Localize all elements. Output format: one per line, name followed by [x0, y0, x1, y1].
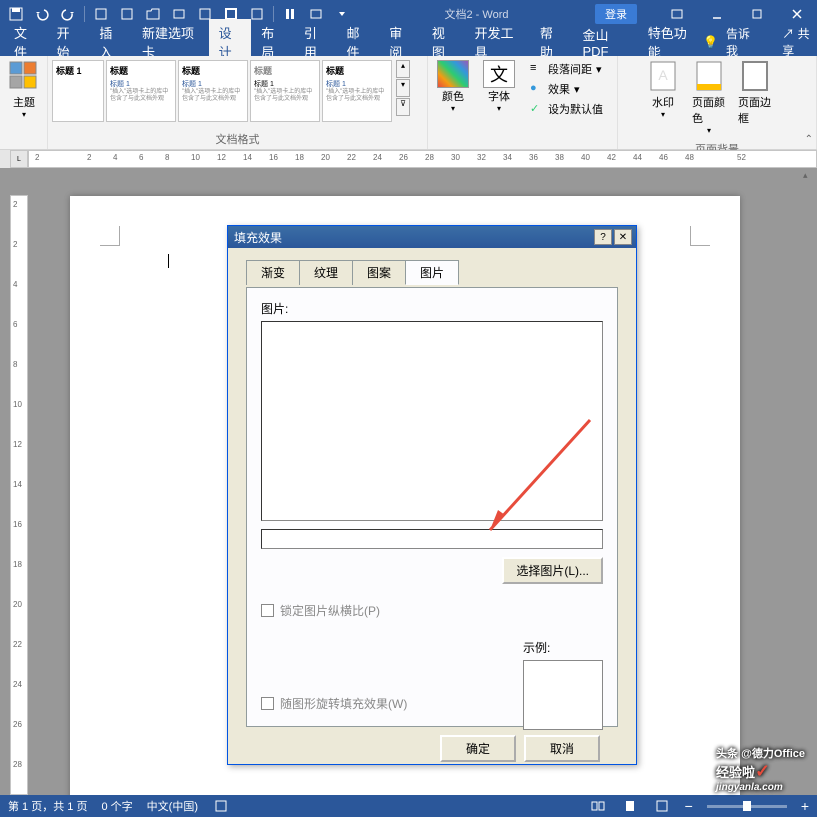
margin-marker-tr	[690, 226, 710, 246]
margin-marker-tl	[100, 226, 120, 246]
fonts-icon: 文	[483, 60, 515, 88]
effects-button[interactable]: ●效果 ▾	[528, 80, 605, 98]
tab-gradient[interactable]: 渐变	[246, 260, 300, 285]
print-layout-icon[interactable]	[621, 797, 639, 815]
dialog-help-icon[interactable]: ?	[594, 229, 612, 245]
paragraph-spacing-button[interactable]: ≡段落间距 ▾	[528, 60, 605, 78]
picture-path-field	[261, 529, 603, 549]
checkbox-icon	[261, 604, 274, 617]
dialog-title: 填充效果	[232, 229, 592, 246]
page-color-button[interactable]: 页面颜色 ▾	[688, 58, 730, 137]
horizontal-ruler[interactable]: 2246810121416182022242628303234363840424…	[28, 150, 817, 168]
fonts-button[interactable]: 文 字体 ▾	[478, 58, 520, 115]
share-button[interactable]: ↗ 共享	[782, 25, 813, 59]
colors-icon	[437, 60, 469, 88]
ribbon: 主题 ▾ 标题 1 标题标题 1"插入"选项卡上的库中包含了与此文档外观 标题标…	[0, 56, 817, 150]
style-thumb-4[interactable]: 标题标题 1"插入"选项卡上的库中包含了与此文档外观	[322, 60, 392, 122]
set-default-button[interactable]: ✓设为默认值	[528, 100, 605, 118]
gallery-more-icon[interactable]: ⊽	[396, 98, 410, 116]
watermark-button[interactable]: A 水印 ▾	[642, 58, 684, 121]
style-thumb-3[interactable]: 标题标题 1"插入"选项卡上的库中包含了与此文档外观	[250, 60, 320, 122]
page-color-icon	[693, 60, 725, 92]
ok-button[interactable]: 确定	[440, 735, 516, 762]
svg-text:A: A	[658, 67, 668, 83]
cancel-button[interactable]: 取消	[524, 735, 600, 762]
page-border-icon	[739, 60, 771, 92]
dialog-close-icon[interactable]: ✕	[614, 229, 632, 245]
style-thumb-1[interactable]: 标题标题 1"插入"选项卡上的库中包含了与此文档外观	[106, 60, 176, 122]
tab-pattern[interactable]: 图案	[352, 260, 406, 285]
menubar: 文件 开始 插入 新建选项卡 设计 布局 引用 邮件 审阅 视图 开发工具 帮助…	[0, 28, 817, 56]
style-thumb-2[interactable]: 标题标题 1"插入"选项卡上的库中包含了与此文档外观	[178, 60, 248, 122]
picture-label: 图片:	[261, 300, 603, 317]
zoom-out-button[interactable]: −	[685, 798, 693, 814]
rotate-fill-checkbox[interactable]: 随图形旋转填充效果(W)	[261, 695, 407, 712]
themes-button[interactable]: 主题 ▾	[4, 58, 44, 121]
lightbulb-icon: 💡	[703, 35, 718, 49]
effects-icon: ●	[530, 82, 544, 96]
check-icon: ✓	[530, 102, 544, 116]
lock-ratio-checkbox[interactable]: 锁定图片纵横比(P)	[261, 602, 603, 619]
scroll-up-icon[interactable]: ▴	[803, 170, 815, 181]
dialog-titlebar[interactable]: 填充效果 ? ✕	[228, 226, 636, 248]
style-thumb-0[interactable]: 标题 1	[52, 60, 104, 122]
chevron-down-icon: ▾	[22, 110, 26, 119]
example-label: 示例:	[523, 639, 603, 656]
gallery-up-icon[interactable]: ▴	[396, 60, 410, 78]
collapse-ribbon-icon[interactable]: ⌃	[805, 134, 813, 145]
gallery-down-icon[interactable]: ▾	[396, 79, 410, 97]
vertical-ruler[interactable]: 2246810121416182022242628	[10, 195, 28, 795]
select-picture-button[interactable]: 选择图片(L)...	[502, 557, 603, 584]
picture-preview	[261, 321, 603, 521]
tab-content: 图片: 选择图片(L)... 锁定图片纵横比(P) 示例: 随图形旋转填充效果(…	[246, 287, 618, 727]
macro-icon[interactable]	[212, 797, 230, 815]
read-mode-icon[interactable]	[589, 797, 607, 815]
maximize-icon[interactable]	[737, 0, 777, 28]
zoom-slider[interactable]	[707, 805, 787, 808]
tellme-label[interactable]: 告诉我	[726, 25, 754, 59]
word-count-label[interactable]: 0 个字	[101, 798, 132, 814]
themes-icon	[8, 60, 40, 92]
language-label[interactable]: 中文(中国)	[147, 798, 198, 814]
colors-button[interactable]: 颜色 ▾	[432, 58, 474, 115]
tab-texture[interactable]: 纹理	[299, 260, 353, 285]
fill-effects-dialog: 填充效果 ? ✕ 渐变 纹理 图案 图片 图片: 选择图片(L)... 锁定图片…	[227, 225, 637, 765]
tab-picture[interactable]: 图片	[405, 260, 459, 285]
close-icon[interactable]	[777, 0, 817, 28]
para-spacing-icon: ≡	[530, 62, 544, 76]
watermark-icon: A	[647, 60, 679, 92]
example-preview	[523, 660, 603, 730]
page-count-label[interactable]: 第 1 页，共 1 页	[8, 798, 87, 814]
checkbox-icon	[261, 697, 274, 710]
doc-format-label: 文档格式	[52, 127, 423, 149]
text-cursor	[168, 254, 169, 268]
ruler-corner: L	[10, 150, 28, 168]
statusbar: 第 1 页，共 1 页 0 个字 中文(中国) − +	[0, 795, 817, 817]
page-border-button[interactable]: 页面边框	[734, 58, 776, 128]
web-layout-icon[interactable]	[653, 797, 671, 815]
dialog-tabs: 渐变 纹理 图案 图片	[246, 260, 618, 285]
zoom-in-button[interactable]: +	[801, 798, 809, 814]
